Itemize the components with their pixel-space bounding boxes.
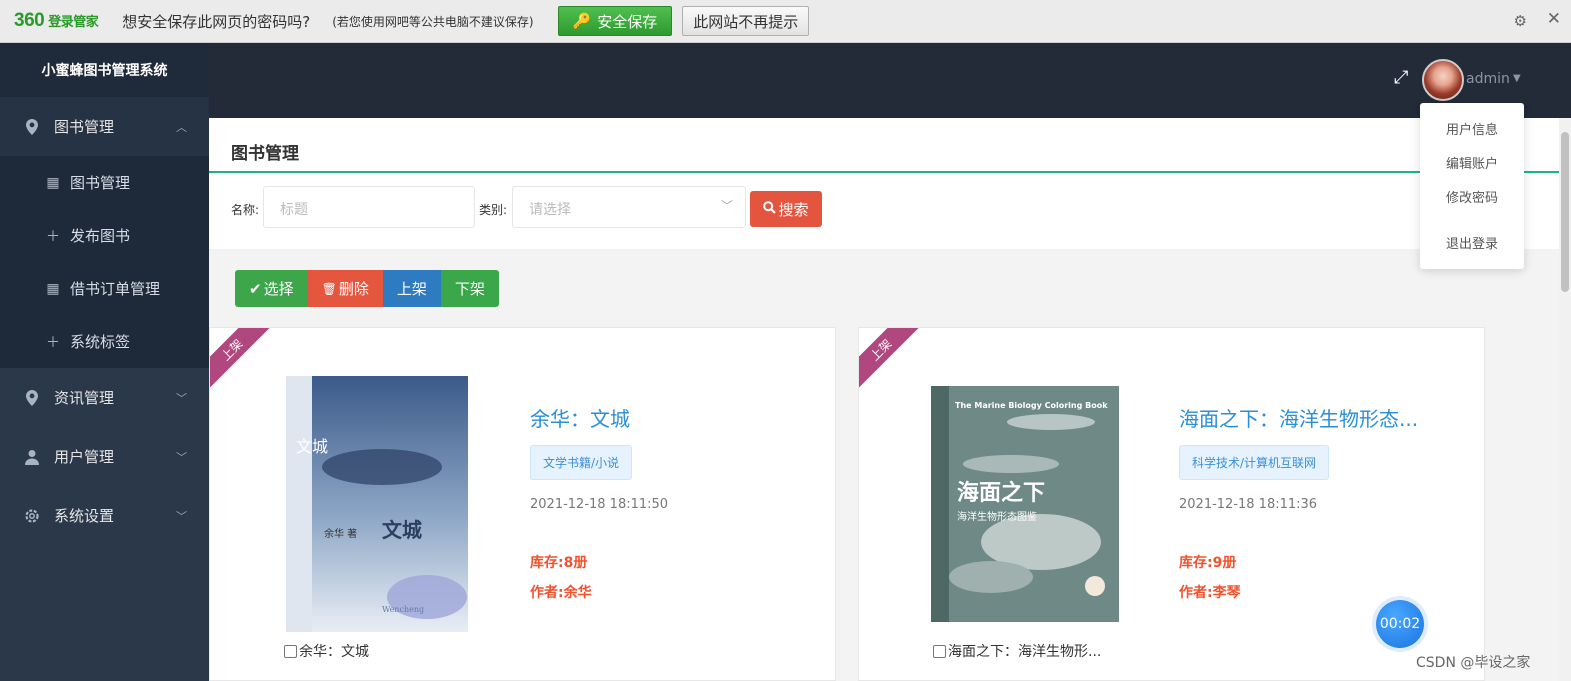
plus-icon: ＋ [46,334,60,351]
book-title[interactable]: 海面之下：海洋生物形态... [1179,403,1418,432]
vertical-scrollbar[interactable] [1559,118,1571,681]
search-button[interactable]: 搜索 [750,191,822,227]
top-navbar: ⤢ admin ▼ [209,43,1571,118]
location-pin-icon [24,389,40,406]
cover-english-title: Wencheng [382,605,424,614]
menu-item-user-info[interactable]: 用户信息 [1420,119,1524,153]
app-brand: 小蜜蜂图书管理系统 [0,43,209,97]
off-shelf-button[interactable]: 下架 [440,270,499,307]
fullscreen-icon[interactable]: ⤢ [1394,67,1408,88]
sidebar-section-users[interactable]: 用户管理 ﹀ [0,427,209,486]
publish-time: 2021-12-18 18:11:36 [1179,497,1318,512]
title-search-input[interactable]: 标题 [263,186,475,228]
360-logo: 360 登录管家 [14,10,99,31]
sidebar-item-system-tags[interactable]: ＋ 系统标签 [0,315,209,368]
chevron-down-icon: ﹀ [176,510,187,523]
book-card: 上架 文城 文城 余华 著 Wencheng 余华：文城 文学书籍/小说 202… [209,327,836,681]
trash-icon: 🗑 [321,281,337,296]
book-author: 作者:余华 [530,585,592,601]
user-dropdown-menu: 用户信息 编辑账户 修改密码 退出登录 [1420,103,1524,269]
chevron-down-icon: ﹀ [176,392,187,405]
select-button[interactable]: ✔ 选择 [235,270,308,307]
menu-item-edit-account[interactable]: 编辑账户 [1420,153,1524,187]
sidebar-item-publish-book[interactable]: ＋ 发布图书 [0,209,209,262]
search-form: 名称: 标题 类别: 请选择 ﹀ 搜索 [209,173,1559,249]
save-password-note: (若您使用网吧等公共电脑不建议保存) [332,14,534,29]
close-icon[interactable]: ✕ [1547,9,1561,29]
checkbox[interactable] [284,644,297,658]
cover-subtitle: 海洋生物形态图鉴 [957,510,1037,523]
check-icon: ✔ [249,279,262,298]
menu-item-logout[interactable]: 退出登录 [1420,233,1524,267]
panel-header: 图书管理 [209,118,1559,173]
sidebar: 小蜜蜂图书管理系统 图书管理 ︿ ▦ 图书管理 ＋ 发布图书 ▦ 借书订单管理 … [0,43,209,681]
search-icon [763,200,777,218]
book-checkbox[interactable]: 海面之下：海洋生物形... [933,641,1101,661]
page-title: 图书管理 [231,144,299,164]
password-manager-bar: 360 登录管家 想安全保存此网页的密码吗? (若您使用网吧等公共电脑不建议保存)… [0,0,1571,43]
username[interactable]: admin [1466,71,1510,87]
delete-button[interactable]: 🗑 删除 [307,270,383,307]
avatar[interactable] [1422,59,1464,101]
stock-count: 库存:9册 [1179,555,1237,571]
book-title[interactable]: 余华：文城 [530,403,630,432]
scrollbar-thumb[interactable] [1561,132,1569,292]
main-content: 图书管理 名称: 标题 类别: 请选择 ﹀ 搜索 ✔ 选择 🗑 删除 上架 下架 上… [209,118,1571,681]
name-label: 名称: [231,203,260,217]
book-cover[interactable]: 文城 文城 余华 著 Wencheng [242,372,514,637]
chevron-up-icon: ︿ [176,121,187,134]
never-remind-button[interactable]: 此网站不再提示 [682,6,810,36]
category-tag: 科学技术/计算机互联网 [1179,445,1330,480]
caret-down-icon[interactable]: ▼ [1513,73,1521,84]
chevron-down-icon: ﹀ [720,199,733,213]
sidebar-item-borrow-orders[interactable]: ▦ 借书订单管理 [0,262,209,315]
checkbox[interactable] [933,644,946,658]
category-select[interactable]: 请选择 ﹀ [512,186,746,228]
gear-icon [24,508,40,524]
book-author: 作者:李琴 [1179,585,1241,601]
on-shelf-button[interactable]: 上架 [382,270,441,307]
location-pin-icon [24,118,40,135]
save-password-question: 想安全保存此网页的密码吗? [122,12,311,31]
calendar-icon: ▦ [46,280,60,297]
category-tag: 文学书籍/小说 [530,445,633,480]
safe-save-button[interactable]: 🔑 安全保存 [557,6,673,36]
sidebar-item-book-management[interactable]: ▦ 图书管理 [0,156,209,209]
bulk-actions: ✔ 选择 🗑 删除 上架 下架 [235,270,499,307]
calendar-icon: ▦ [46,174,60,191]
cover-title: 文城 [382,518,422,542]
plus-icon: ＋ [46,228,60,245]
books-submenu: ▦ 图书管理 ＋ 发布图书 ▦ 借书订单管理 ＋ 系统标签 [0,156,209,368]
book-cover[interactable]: The Marine Biology Coloring Book 海面之下 海洋… [891,372,1163,637]
key-icon: 🔑 [572,12,592,30]
category-label: 类别: [479,203,508,217]
menu-item-change-password[interactable]: 修改密码 [1420,187,1524,221]
stock-count: 库存:8册 [530,555,588,571]
gear-icon[interactable]: ⚙ [1514,12,1527,30]
user-icon [24,449,40,465]
menu-divider [1420,221,1524,233]
recording-timer[interactable]: 00:02 [1376,600,1424,648]
cover-english-title: The Marine Biology Coloring Book [955,401,1108,410]
sidebar-section-news[interactable]: 资讯管理 ﹀ [0,368,209,427]
sidebar-section-books[interactable]: 图书管理 ︿ [0,97,209,156]
chevron-down-icon: ﹀ [176,451,187,464]
sidebar-section-settings[interactable]: 系统设置 ﹀ [0,486,209,545]
cover-side-title: 文城 [296,437,328,456]
cover-author: 余华 著 [324,527,357,540]
watermark: CSDN @毕设之家 [1416,655,1531,671]
publish-time: 2021-12-18 18:11:50 [530,497,669,512]
cover-title: 海面之下 [957,480,1045,506]
book-checkbox[interactable]: 余华：文城 [284,641,369,661]
